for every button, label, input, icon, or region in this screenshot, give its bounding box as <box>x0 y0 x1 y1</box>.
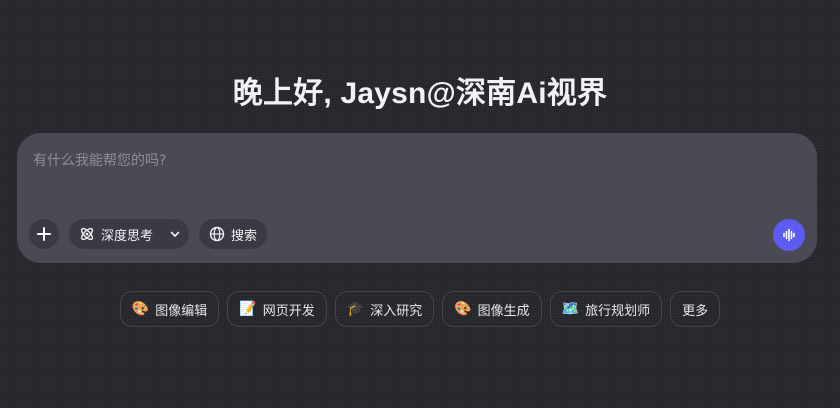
chip-label: 网页开发 <box>262 303 315 319</box>
quick-actions: 🎨 图像编辑 📝 网页开发 🎓 深入研究 🎨 图像生成 🗺️ 旅行规划师 更多 <box>0 291 840 327</box>
graduation-cap-icon: 🎓 <box>346 301 365 317</box>
add-attachment-button[interactable] <box>29 219 59 249</box>
map-icon: 🗺️ <box>561 301 580 317</box>
atom-icon <box>80 227 94 241</box>
chevron-down-icon[interactable] <box>169 228 181 240</box>
palette-icon: 🎨 <box>131 301 150 317</box>
deep-think-label: 深度思考 <box>101 228 154 244</box>
search-label: 搜索 <box>231 228 258 244</box>
chip-label: 深入研究 <box>370 303 423 319</box>
chip-label: 旅行规划师 <box>585 303 651 319</box>
chip-web-dev[interactable]: 📝 网页开发 <box>227 291 327 327</box>
deep-think-button[interactable]: 深度思考 <box>69 219 190 249</box>
chip-label: 图像生成 <box>477 303 530 319</box>
search-button[interactable]: 搜索 <box>199 219 268 249</box>
chip-image-gen[interactable]: 🎨 图像生成 <box>442 291 542 327</box>
voice-input-button[interactable] <box>773 219 805 251</box>
chip-label: 更多 <box>682 303 709 319</box>
chat-input[interactable] <box>33 149 773 173</box>
palette-icon: 🎨 <box>454 301 472 317</box>
chip-label: 图像编辑 <box>155 303 208 319</box>
memo-icon: 📝 <box>239 301 257 317</box>
plus-icon <box>37 227 51 241</box>
chip-deep-research[interactable]: 🎓 深入研究 <box>334 291 435 327</box>
sound-wave-icon <box>783 228 795 242</box>
page-title: 晚上好, Jaysn@深南Ai视界 <box>232 77 608 110</box>
chip-travel-planner[interactable]: 🗺️ 旅行规划师 <box>549 291 663 327</box>
composer-toolbar: 深度思考 搜索 <box>29 219 268 249</box>
chat-composer: 深度思考 搜索 <box>17 133 817 263</box>
globe-icon <box>209 226 225 242</box>
chip-more[interactable]: 更多 <box>670 291 721 327</box>
chip-image-edit[interactable]: 🎨 图像编辑 <box>119 291 220 327</box>
